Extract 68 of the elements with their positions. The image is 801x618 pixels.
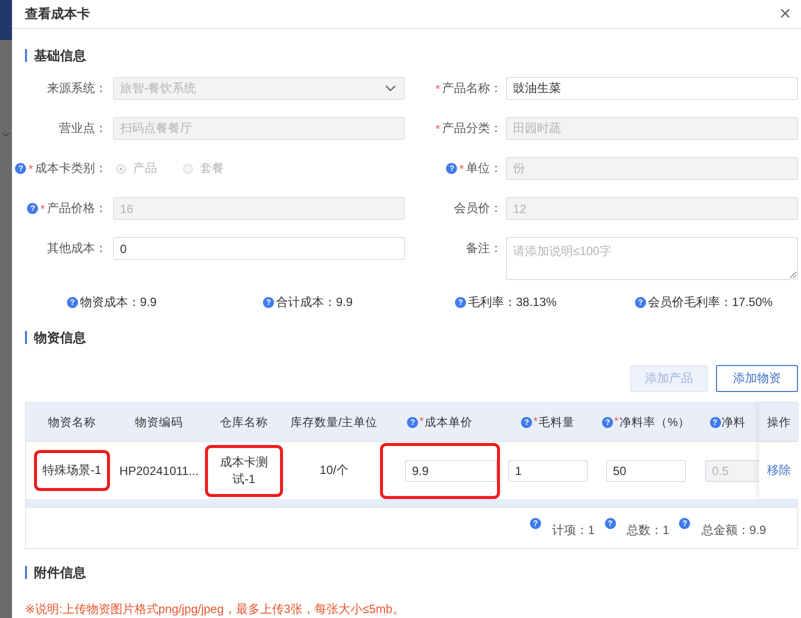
section-heading: 附件信息	[25, 566, 798, 579]
total-text: 计项：1	[552, 522, 595, 538]
field-label: 产品价格：	[47, 200, 107, 217]
column-header: 物资编码	[135, 416, 183, 430]
summary-text: 物资成本：9.9	[80, 294, 157, 311]
help-icon: ?	[679, 518, 690, 528]
field-label: 其他成本：	[47, 240, 107, 257]
help-icon: ?	[521, 416, 532, 428]
column-header: 净料	[722, 416, 746, 430]
help-icon: ?	[263, 297, 274, 308]
help-icon: ?	[15, 163, 26, 174]
help-icon: ?	[446, 163, 458, 174]
input-field[interactable]: 0	[113, 237, 405, 260]
column-header: 物资名称	[48, 416, 96, 430]
help-icon: ?	[530, 518, 541, 528]
add-button[interactable]: 添加物资	[716, 365, 798, 392]
help-icon: ?	[710, 416, 720, 428]
summary-text: 会员价毛利率：17.50%	[648, 294, 773, 311]
table-cell: HP20241011...	[119, 464, 199, 478]
summary-text: 合计成本：9.9	[276, 294, 353, 311]
section-heading: 物资信息	[25, 331, 798, 344]
input-field[interactable]: 豉油生菜	[506, 77, 798, 100]
table-cell-text: 特殊场景-1	[42, 462, 102, 479]
help-icon: ?	[602, 416, 614, 428]
summary-text: 毛利率：38.13%	[468, 294, 557, 311]
column-header: 毛料量	[538, 416, 575, 430]
remove-link[interactable]: 移除	[767, 462, 791, 479]
column-header: 净料率（%）	[620, 416, 690, 430]
help-icon: ?	[407, 416, 418, 428]
radio-label: 产品	[133, 160, 157, 177]
textarea-field[interactable]: 请添加说明≤100字	[506, 237, 798, 280]
upload-note: ※说明:上传物资图片格式png/jpg/jpeg，最多上传3张，每张大小≤5mb。	[25, 601, 406, 618]
required-mark: *	[533, 416, 538, 428]
cell-input[interactable]: 1	[508, 460, 588, 482]
field-label: 营业点：	[59, 120, 107, 137]
dialog-title: 查看成本卡	[25, 5, 90, 23]
total-text: 总金额：9.9	[701, 522, 766, 538]
total-text: 总数：1	[626, 522, 670, 538]
help-icon: ?	[604, 518, 616, 528]
table-cell-text: 成本卡测试-1	[219, 454, 269, 488]
required-mark: *	[614, 416, 619, 428]
field-label: 单位：	[466, 160, 502, 177]
required-mark: *	[28, 162, 33, 176]
required-mark: *	[419, 416, 424, 428]
help-icon: ?	[635, 297, 646, 308]
field-label: 来源系统：	[47, 80, 107, 97]
help-icon: ?	[67, 297, 78, 308]
radio-label: 套餐	[200, 160, 224, 177]
section-heading: 基础信息	[25, 49, 798, 62]
column-header: 操作	[767, 416, 791, 430]
close-button[interactable]: ×	[779, 4, 791, 24]
column-header: 仓库名称	[220, 415, 268, 430]
field-label: 备注：	[466, 240, 502, 257]
help-icon: ?	[27, 203, 38, 214]
required-mark: *	[435, 122, 440, 136]
help-icon: ?	[455, 297, 466, 308]
column-header: 成本单价	[424, 416, 473, 430]
field-label: 会员价：	[454, 200, 502, 217]
field-label: 产品名称：	[442, 80, 502, 97]
cell-input[interactable]: 9.9	[405, 460, 497, 482]
field-label: 成本卡类别：	[35, 160, 107, 177]
field-label: 产品分类：	[442, 120, 502, 137]
column-header: 库存数量/主单位	[290, 415, 378, 430]
table-cell: 10/个	[320, 462, 348, 479]
required-mark: *	[459, 162, 464, 176]
required-mark: *	[435, 82, 440, 96]
required-mark: *	[40, 202, 45, 216]
cell-input[interactable]: 50	[606, 460, 686, 482]
